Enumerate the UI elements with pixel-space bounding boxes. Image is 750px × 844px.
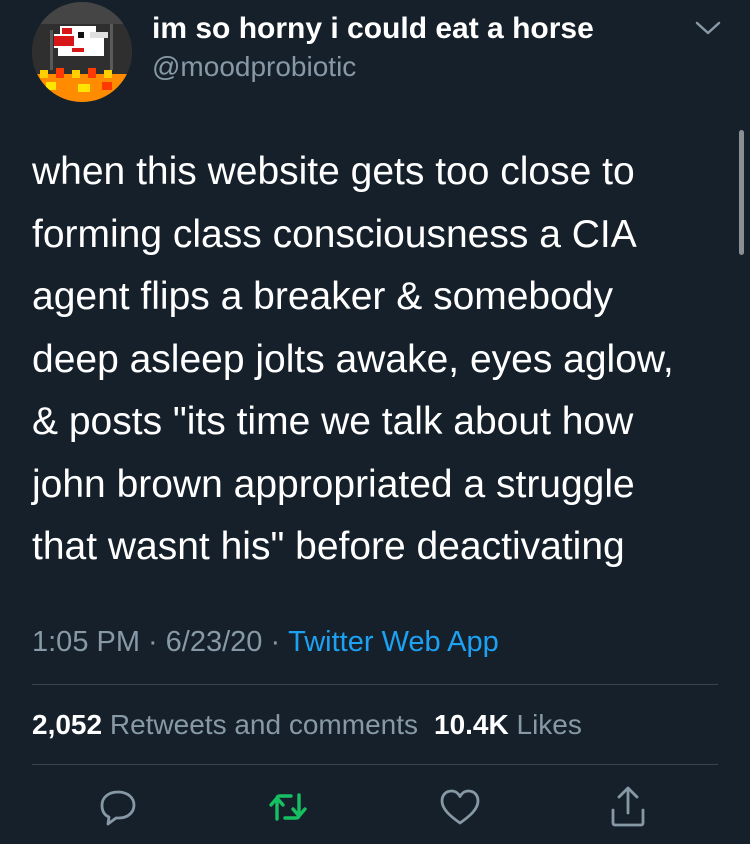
tweet-stats: 2,052 Retweets and comments 10.4K Likes bbox=[32, 703, 582, 747]
meta-separator: · bbox=[270, 626, 281, 658]
user-handle[interactable]: @moodprobiotic bbox=[152, 50, 356, 84]
tweet-meta: 1:05 PM · 6/23/20 · Twitter Web App bbox=[32, 620, 499, 664]
tweet-text-line: when this website gets too close to bbox=[32, 150, 635, 193]
like-button[interactable] bbox=[436, 783, 484, 831]
likes-label: Likes bbox=[516, 709, 582, 740]
share-button[interactable] bbox=[604, 783, 652, 831]
tweet-text-line: & posts "its time we talk about how bbox=[32, 400, 634, 443]
tweet-text-line: john brown appropriated a struggle bbox=[32, 462, 635, 506]
likes-count: 10.4K bbox=[434, 709, 509, 740]
tweet-date[interactable]: 6/23/20 bbox=[166, 626, 263, 658]
divider bbox=[32, 764, 718, 765]
scrollbar[interactable] bbox=[739, 130, 744, 255]
meta-separator: · bbox=[148, 626, 158, 658]
retweet-icon bbox=[269, 793, 307, 821]
tweet-text: when this website gets too close to form… bbox=[32, 141, 722, 579]
retweet-button[interactable] bbox=[264, 783, 312, 831]
tweet-text-line: forming class consciousness a CIA bbox=[32, 212, 637, 256]
retweets-label: Retweets and comments bbox=[109, 709, 418, 740]
tweet-time[interactable]: 1:05 PM bbox=[32, 626, 140, 658]
reply-button[interactable] bbox=[94, 783, 142, 831]
retweets-stat[interactable]: 2,052 Retweets and comments bbox=[32, 709, 418, 740]
display-name[interactable]: im so horny i could eat a horse bbox=[152, 10, 594, 48]
avatar-image bbox=[32, 2, 132, 102]
tweet-text-line: deep asleep jolts awake, eyes aglow, bbox=[32, 337, 674, 381]
chevron-down-icon[interactable] bbox=[694, 18, 722, 38]
tweet-source-link[interactable]: Twitter Web App bbox=[288, 626, 499, 658]
divider bbox=[32, 684, 718, 685]
avatar[interactable] bbox=[32, 2, 132, 102]
share-icon bbox=[611, 786, 645, 827]
heart-icon bbox=[440, 789, 480, 825]
likes-stat[interactable]: 10.4K Likes bbox=[434, 709, 582, 740]
comment-icon bbox=[100, 790, 136, 826]
retweets-count: 2,052 bbox=[32, 709, 103, 740]
tweet-text-line: agent flips a breaker & somebody bbox=[32, 275, 614, 318]
tweet-text-line: that wasnt his" before deactivating bbox=[32, 525, 625, 568]
